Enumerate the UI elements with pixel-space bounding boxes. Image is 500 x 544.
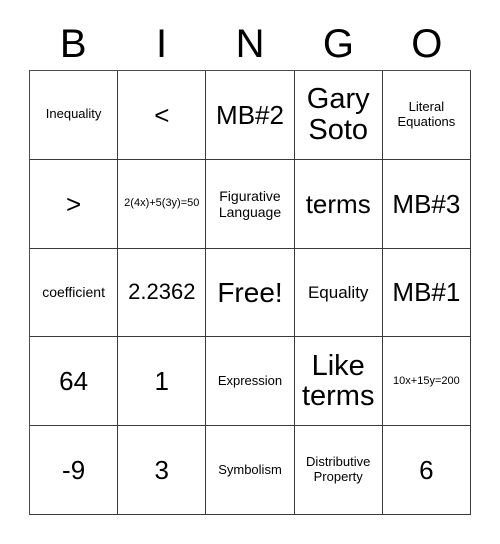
bingo-cell-b5[interactable]: -9 — [30, 426, 119, 515]
bingo-cell-label: 2.2362 — [128, 279, 196, 305]
bingo-cell-g5[interactable]: Distributive Property — [294, 426, 383, 515]
bingo-cell-label: > — [66, 188, 82, 219]
bingo-cell-i1[interactable]: < — [118, 71, 207, 160]
bingo-cell-label: 10x+15y=200 — [393, 374, 460, 387]
bingo-cell-label: Free! — [217, 276, 283, 308]
bingo-cell-n1[interactable]: MB#2 — [206, 71, 295, 160]
bingo-cell-label: Symbolism — [218, 461, 282, 477]
bingo-cell-n2[interactable]: Figurative Language — [206, 159, 295, 249]
bingo-cell-b3[interactable]: coefficient — [30, 248, 119, 338]
bingo-header-letter-g: G — [322, 22, 354, 66]
bingo-cell-b1[interactable]: Inequality — [30, 71, 119, 160]
bingo-cell-label: 64 — [59, 366, 89, 397]
bingo-cell-g1[interactable]: Gary Soto — [294, 71, 383, 160]
bingo-header-letter-b: B — [59, 22, 87, 66]
bingo-cell-label: terms — [305, 188, 371, 219]
bingo-cell-label: MB#3 — [392, 188, 461, 219]
bingo-cell-label: 6 — [419, 455, 434, 486]
bingo-cell-i4[interactable]: 1 — [118, 337, 207, 427]
bingo-cell-o4[interactable]: 10x+15y=200 — [382, 337, 471, 427]
bingo-grid: Inequality < MB#2 Gary Soto Literal Equa… — [29, 70, 471, 515]
bingo-cell-i3[interactable]: 2.2362 — [118, 248, 207, 338]
bingo-cell-label: 3 — [154, 455, 170, 486]
bingo-card: B I N G O Inequality < MB#2 Gary Soto Li… — [0, 0, 500, 544]
bingo-cell-o5[interactable]: 6 — [382, 426, 471, 515]
bingo-cell-o1[interactable]: Literal Equations — [382, 71, 471, 160]
bingo-cell-label: Figurative Language — [218, 187, 282, 220]
bingo-cell-n5[interactable]: Symbolism — [206, 426, 295, 515]
bingo-header-letter-i: I — [156, 22, 168, 66]
bingo-cell-n4[interactable]: Expression — [206, 337, 295, 427]
bingo-cell-b4[interactable]: 64 — [30, 337, 119, 427]
bingo-cell-n3-free[interactable]: Free! — [206, 248, 295, 338]
bingo-cell-label: Distributive Property — [306, 454, 371, 485]
bingo-header-letter-o: O — [411, 22, 443, 66]
bingo-cell-o2[interactable]: MB#3 — [382, 159, 471, 249]
bingo-cell-label: Equality — [307, 282, 369, 302]
bingo-cell-i5[interactable]: 3 — [118, 426, 207, 515]
bingo-cell-label: MB#1 — [392, 277, 461, 308]
bingo-cell-label: < — [154, 99, 170, 130]
bingo-cell-label: 1 — [154, 366, 170, 397]
bingo-cell-label: coefficient — [42, 284, 105, 301]
bingo-header-row: B I N G O — [29, 18, 471, 70]
bingo-cell-label: Inequality — [45, 106, 102, 122]
bingo-cell-label: Gary Soto — [306, 83, 370, 146]
bingo-cell-label: Like terms — [301, 349, 375, 413]
bingo-cell-b2[interactable]: > — [30, 159, 119, 249]
bingo-cell-label: Expression — [217, 372, 283, 388]
bingo-cell-label: -9 — [62, 455, 86, 486]
bingo-cell-label: Literal Equations — [397, 98, 456, 129]
bingo-cell-i2[interactable]: 2(4x)+5(3y)=50 — [118, 159, 207, 249]
bingo-cell-g3[interactable]: Equality — [294, 248, 383, 338]
bingo-cell-label: 2(4x)+5(3y)=50 — [124, 197, 200, 210]
bingo-cell-g4[interactable]: Like terms — [294, 337, 383, 427]
bingo-header-letter-n: N — [235, 22, 265, 66]
bingo-cell-g2[interactable]: terms — [294, 159, 383, 249]
bingo-cell-label: MB#2 — [216, 99, 284, 130]
bingo-cell-o3[interactable]: MB#1 — [382, 248, 471, 338]
